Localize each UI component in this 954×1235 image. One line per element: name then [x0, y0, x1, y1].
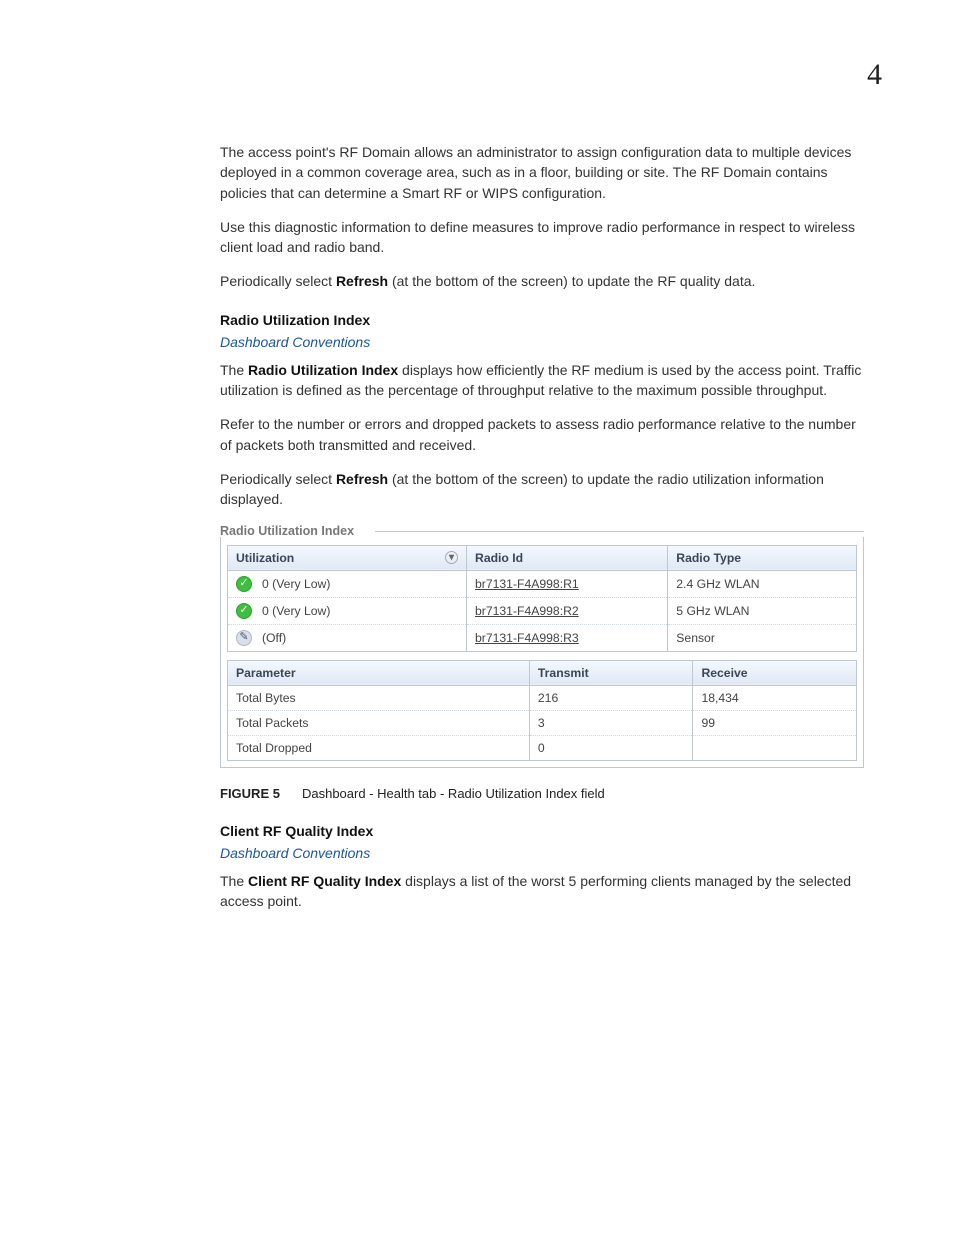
text: The [220, 362, 248, 378]
col-receive[interactable]: Receive [693, 660, 857, 685]
cell-tx: 0 [529, 735, 693, 760]
sort-desc-icon[interactable]: ▾ [445, 551, 458, 564]
text: The [220, 873, 248, 889]
col-utilization[interactable]: Utilization ▾ [228, 545, 467, 570]
table-row: Total Dropped 0 [228, 735, 857, 760]
link-dashboard-conventions[interactable]: Dashboard Conventions [220, 334, 370, 350]
cell-utilization: ✓ 0 (Very Low) [228, 597, 467, 624]
figure-tables: Utilization ▾ Radio Id Radio Type ✓ 0 (V… [220, 537, 864, 768]
col-transmit[interactable]: Transmit [529, 660, 693, 685]
cell-utilization: ✎ (Off) [228, 624, 467, 651]
paragraph: Refer to the number or errors and droppe… [220, 414, 864, 455]
cell-rx: 99 [693, 710, 857, 735]
radio-utilization-table: Utilization ▾ Radio Id Radio Type ✓ 0 (V… [227, 545, 857, 652]
text: Periodically select [220, 471, 336, 487]
figure-caption-text: Dashboard - Health tab - Radio Utilizati… [302, 786, 605, 801]
text: (at the bottom of the screen) to update … [388, 273, 755, 289]
header-text: Utilization [236, 551, 294, 565]
paragraph: Periodically select Refresh (at the bott… [220, 271, 864, 291]
term: Radio Utilization Index [248, 362, 398, 378]
cell-tx: 216 [529, 685, 693, 710]
figure-radio-utilization-index: Radio Utilization Index Utilization ▾ Ra… [220, 524, 864, 768]
paragraph: The access point's RF Domain allows an a… [220, 142, 864, 203]
col-radio-id[interactable]: Radio Id [467, 545, 668, 570]
refresh-label: Refresh [336, 273, 388, 289]
status-ok-icon: ✓ [236, 576, 252, 592]
cell-param: Total Dropped [228, 735, 530, 760]
radio-totals-table: Parameter Transmit Receive Total Bytes 2… [227, 660, 857, 761]
figure-caption: FIGURE 5 Dashboard - Health tab - Radio U… [220, 786, 864, 801]
link-dashboard-conventions[interactable]: Dashboard Conventions [220, 845, 370, 861]
paragraph: The Client RF Quality Index displays a l… [220, 871, 864, 912]
table-row: ✓ 0 (Very Low) br7131-F4A998:R2 5 GHz WL… [228, 597, 857, 624]
cell-radio-id[interactable]: br7131-F4A998:R1 [467, 570, 668, 597]
paragraph: The Radio Utilization Index displays how… [220, 360, 864, 401]
cell-radio-type: 2.4 GHz WLAN [668, 570, 857, 597]
refresh-label: Refresh [336, 471, 388, 487]
page-number: 4 [867, 58, 882, 92]
cell-utilization: ✓ 0 (Very Low) [228, 570, 467, 597]
col-radio-type[interactable]: Radio Type [668, 545, 857, 570]
cell-param: Total Bytes [228, 685, 530, 710]
cell-radio-type: 5 GHz WLAN [668, 597, 857, 624]
table-row: Total Packets 3 99 [228, 710, 857, 735]
table-row: ✎ (Off) br7131-F4A998:R3 Sensor [228, 624, 857, 651]
util-text: 0 (Very Low) [262, 577, 330, 591]
fieldset-label: Radio Utilization Index [220, 524, 864, 538]
table-row: Total Bytes 216 18,434 [228, 685, 857, 710]
figure-label: FIGURE 5 [220, 786, 280, 801]
page-content: The access point's RF Domain allows an a… [0, 0, 954, 985]
status-ok-icon: ✓ [236, 603, 252, 619]
section-title-radio-utilization: Radio Utilization Index [220, 312, 864, 328]
cell-radio-id[interactable]: br7131-F4A998:R2 [467, 597, 668, 624]
section-title-client-rf-quality: Client RF Quality Index [220, 823, 864, 839]
util-text: 0 (Very Low) [262, 604, 330, 618]
term: Client RF Quality Index [248, 873, 401, 889]
cell-rx [693, 735, 857, 760]
cell-rx: 18,434 [693, 685, 857, 710]
paragraph: Periodically select Refresh (at the bott… [220, 469, 864, 510]
paragraph: Use this diagnostic information to defin… [220, 217, 864, 258]
table-header-row: Parameter Transmit Receive [228, 660, 857, 685]
util-text: (Off) [262, 631, 286, 645]
cell-param: Total Packets [228, 710, 530, 735]
text: Periodically select [220, 273, 336, 289]
table-row: ✓ 0 (Very Low) br7131-F4A998:R1 2.4 GHz … [228, 570, 857, 597]
col-parameter[interactable]: Parameter [228, 660, 530, 685]
status-off-icon: ✎ [236, 630, 252, 646]
cell-radio-type: Sensor [668, 624, 857, 651]
cell-radio-id[interactable]: br7131-F4A998:R3 [467, 624, 668, 651]
cell-tx: 3 [529, 710, 693, 735]
table-header-row: Utilization ▾ Radio Id Radio Type [228, 545, 857, 570]
